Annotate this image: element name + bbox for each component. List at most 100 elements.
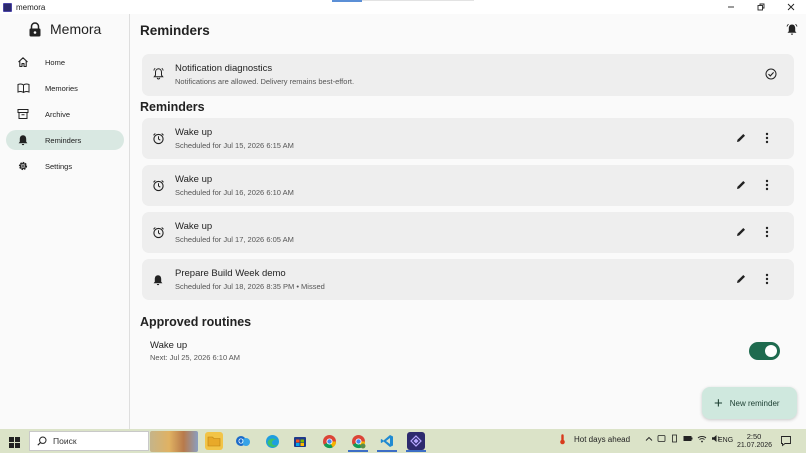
alarm-icon xyxy=(152,179,165,197)
bell-icon xyxy=(152,273,164,291)
reminder-schedule: Scheduled for Jul 15, 2026 6:15 AM xyxy=(175,141,294,150)
sidebar-item-label: Memories xyxy=(45,83,78,93)
folder-icon xyxy=(207,436,221,447)
file-explorer-button[interactable] xyxy=(205,432,223,450)
reminder-card[interactable]: Wake up Scheduled for Jul 15, 2026 6:15 … xyxy=(142,118,794,159)
reminder-title: Wake up xyxy=(175,127,213,138)
more-options-button[interactable] xyxy=(758,129,776,147)
notification-center-button[interactable] xyxy=(780,434,792,452)
system-tray xyxy=(645,434,721,443)
gear-icon xyxy=(12,160,34,172)
taskbar: Поиск O Hot days ahead ENG 2:50 21.07.20… xyxy=(0,429,806,453)
reminder-schedule: Scheduled for Jul 17, 2026 6:05 AM xyxy=(175,235,294,244)
sidebar-item-home[interactable]: Home xyxy=(6,52,124,72)
edit-button[interactable] xyxy=(732,176,750,194)
wifi-icon[interactable] xyxy=(697,434,707,443)
home-icon xyxy=(12,56,34,68)
clock[interactable]: 2:50 21.07.2026 xyxy=(737,432,772,450)
pencil-icon xyxy=(737,134,745,142)
minimize-icon xyxy=(728,6,734,8)
edge-button[interactable] xyxy=(263,432,281,450)
sidebar-item-reminders[interactable]: Reminders xyxy=(6,130,124,150)
language-indicator[interactable]: ENG xyxy=(718,437,733,444)
weather-widget[interactable]: Hot days ahead xyxy=(557,434,630,445)
app-icon xyxy=(3,2,12,12)
close-button[interactable] xyxy=(776,0,806,14)
store-button[interactable] xyxy=(291,432,309,450)
book-icon xyxy=(12,82,34,94)
more-options-button[interactable] xyxy=(758,223,776,241)
meet-now-icon[interactable] xyxy=(657,434,666,443)
toggle-knob xyxy=(765,345,777,357)
bell-off-icon xyxy=(152,67,165,85)
reminder-card[interactable]: Prepare Build Week demo Scheduled for Ju… xyxy=(142,259,794,300)
chrome-profile-button[interactable] xyxy=(349,432,367,450)
archive-icon xyxy=(12,108,34,120)
store-icon xyxy=(294,437,306,447)
chrome-profile-icon xyxy=(351,434,365,448)
clock-time: 2:50 xyxy=(746,432,762,441)
memora-taskbar-button[interactable] xyxy=(407,432,425,450)
sidebar-item-label: Reminders xyxy=(45,135,82,145)
chrome-button[interactable] xyxy=(320,432,338,450)
more-options-button[interactable] xyxy=(758,270,776,288)
vscode-button[interactable] xyxy=(378,432,396,450)
chrome-icon xyxy=(322,434,336,448)
chat-bubble-icon xyxy=(781,436,791,447)
reminder-card[interactable]: Wake up Scheduled for Jul 16, 2026 6:10 … xyxy=(142,165,794,206)
sidebar-item-memories[interactable]: Memories xyxy=(6,78,124,98)
notifications-button[interactable] xyxy=(786,23,798,41)
pencil-icon xyxy=(737,181,745,189)
edit-button[interactable] xyxy=(732,129,750,147)
kebab-menu-icon xyxy=(765,273,769,285)
brand-name: Memora xyxy=(50,21,102,37)
close-icon xyxy=(787,3,795,11)
routine-title: Wake up xyxy=(150,340,188,351)
check-circle-icon xyxy=(765,68,777,80)
running-indicator xyxy=(348,450,368,452)
chevron-up-icon[interactable] xyxy=(645,435,653,443)
new-reminder-button[interactable]: + New reminder xyxy=(702,387,797,419)
sidebar-item-label: Archive xyxy=(45,109,71,119)
mail-app-button[interactable]: O xyxy=(234,432,252,450)
start-button[interactable] xyxy=(9,435,20,453)
notification-diagnostics-card: Notification diagnostics Notifications a… xyxy=(142,54,794,96)
taskbar-search-input[interactable]: Поиск xyxy=(29,431,149,451)
sidebar-item-settings[interactable]: Settings xyxy=(6,156,124,176)
kebab-menu-icon xyxy=(765,132,769,144)
edit-button[interactable] xyxy=(732,223,750,241)
reminders-heading: Reminders xyxy=(140,100,205,114)
reminder-schedule: Scheduled for Jul 16, 2026 6:10 AM xyxy=(175,188,294,197)
reminder-schedule: Scheduled for Jul 18, 2026 8:35 PM • Mis… xyxy=(175,282,325,291)
kebab-menu-icon xyxy=(765,226,769,238)
kebab-menu-icon xyxy=(765,179,769,191)
edit-button[interactable] xyxy=(732,270,750,288)
thermometer-icon xyxy=(560,434,565,445)
pencil-icon xyxy=(737,228,745,236)
sidebar-item-label: Settings xyxy=(45,161,73,171)
usb-icon[interactable] xyxy=(670,434,679,443)
more-options-button[interactable] xyxy=(758,176,776,194)
alarm-icon xyxy=(152,132,165,150)
diagnostics-title: Notification diagnostics xyxy=(175,63,273,74)
reminder-card[interactable]: Wake up Scheduled for Jul 17, 2026 6:05 … xyxy=(142,212,794,253)
search-icon xyxy=(37,436,47,446)
memora-app-icon xyxy=(410,435,422,447)
outlook-icon: O xyxy=(236,436,250,446)
bell-icon xyxy=(12,134,34,146)
sidebar-item-archive[interactable]: Archive xyxy=(6,104,124,124)
page-title: Reminders xyxy=(140,23,210,38)
routine-toggle[interactable] xyxy=(749,342,780,360)
window-title: memora xyxy=(16,2,46,12)
search-highlight-image xyxy=(150,431,198,452)
svg-text:O: O xyxy=(238,439,244,446)
battery-icon[interactable] xyxy=(683,434,693,443)
sidebar-item-label: Home xyxy=(45,57,66,67)
windows-logo-icon xyxy=(9,437,20,448)
minimize-button[interactable] xyxy=(716,0,746,14)
sidebar: Memora Home Memories Archive Reminders S… xyxy=(0,14,130,429)
maximize-button[interactable] xyxy=(746,0,776,14)
approved-routines-heading: Approved routines xyxy=(140,315,252,329)
diagnostics-ok-button[interactable] xyxy=(762,65,780,83)
reminder-title: Wake up xyxy=(175,221,213,232)
